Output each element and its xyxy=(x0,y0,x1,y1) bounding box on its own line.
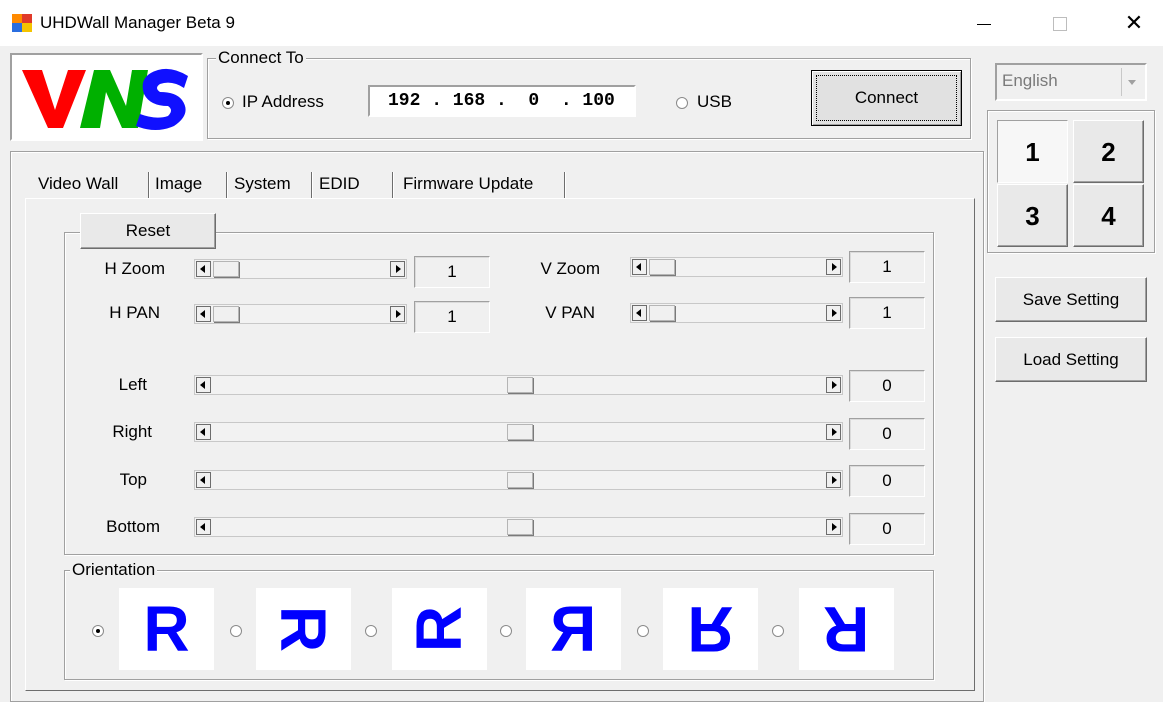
orientation-radio-2[interactable] xyxy=(230,625,242,637)
maximize-icon xyxy=(1053,17,1067,32)
v-zoom-thumb[interactable] xyxy=(649,259,675,275)
quadrant-4-button[interactable]: 4 xyxy=(1073,184,1144,247)
v-pan-value: 1 xyxy=(849,297,925,329)
ip-address-label: IP Address xyxy=(242,92,324,111)
orientation-radio-1[interactable] xyxy=(92,625,104,637)
tab-firmware-update[interactable]: Firmware Update xyxy=(400,165,536,200)
tab-system[interactable]: System xyxy=(231,165,294,200)
arrow-left-icon[interactable] xyxy=(196,519,211,535)
top-label: Top xyxy=(119,470,147,489)
top-slider[interactable] xyxy=(194,470,843,490)
h-pan-thumb[interactable] xyxy=(213,306,239,322)
v-pan-slider[interactable] xyxy=(630,303,843,323)
orientation-tile-normal[interactable]: R xyxy=(119,588,214,670)
arrow-right-icon[interactable] xyxy=(826,377,841,393)
quadrant-3-button[interactable]: 3 xyxy=(997,184,1068,247)
window-title: UHDWall Manager Beta 9 xyxy=(40,13,235,32)
arrow-right-icon[interactable] xyxy=(826,472,841,488)
quadrant-2-button[interactable]: 2 xyxy=(1073,120,1144,183)
left-value: 0 xyxy=(849,370,925,402)
app-icon xyxy=(12,14,32,32)
connect-button[interactable]: Connect xyxy=(811,70,962,126)
top-thumb[interactable] xyxy=(507,472,533,488)
orientation-label: Orientation xyxy=(70,560,158,580)
bottom-label: Bottom xyxy=(106,517,160,536)
language-value: English xyxy=(1002,71,1058,90)
close-button[interactable]: ✕ xyxy=(1110,0,1158,46)
arrow-left-icon[interactable] xyxy=(196,306,211,322)
arrow-right-icon[interactable] xyxy=(826,519,841,535)
v-pan-thumb[interactable] xyxy=(649,305,675,321)
orientation-radio-4[interactable] xyxy=(500,625,512,637)
minimize-icon xyxy=(977,23,991,25)
orientation-tile-rotate-cw[interactable]: R xyxy=(256,588,351,670)
h-zoom-slider[interactable] xyxy=(194,259,407,279)
orientation-radio-6[interactable] xyxy=(772,625,784,637)
ip-address-field[interactable]: 192 . 168 . 0 . 100 xyxy=(368,85,636,117)
v-zoom-value: 1 xyxy=(849,251,925,283)
v-pan-label: V PAN xyxy=(545,303,595,322)
arrow-left-icon[interactable] xyxy=(632,305,647,321)
reset-button[interactable]: Reset xyxy=(80,213,216,249)
tab-image[interactable]: Image xyxy=(152,165,205,200)
h-zoom-value: 1 xyxy=(414,256,490,288)
load-setting-button[interactable]: Load Setting xyxy=(995,337,1147,382)
usb-label: USB xyxy=(697,92,732,111)
ip-address-radio[interactable] xyxy=(222,97,234,109)
right-slider[interactable] xyxy=(194,422,843,442)
close-icon: ✕ xyxy=(1124,10,1144,35)
orientation-tile-rotate-ccw[interactable]: R xyxy=(392,588,487,670)
h-zoom-label: H Zoom xyxy=(104,259,165,278)
arrow-right-icon[interactable] xyxy=(390,306,405,322)
arrow-left-icon[interactable] xyxy=(196,261,211,277)
minimize-button[interactable] xyxy=(960,0,1008,46)
arrow-left-icon[interactable] xyxy=(196,472,211,488)
left-thumb[interactable] xyxy=(507,377,533,393)
arrow-right-icon[interactable] xyxy=(826,259,841,275)
orientation-tile-mirror[interactable]: R xyxy=(526,588,621,670)
maximize-button xyxy=(1036,0,1084,46)
h-pan-slider[interactable] xyxy=(194,304,407,324)
left-slider[interactable] xyxy=(194,375,843,395)
chevron-down-icon[interactable] xyxy=(1121,68,1142,96)
h-zoom-thumb[interactable] xyxy=(213,261,239,277)
left-label: Left xyxy=(118,375,147,394)
right-thumb[interactable] xyxy=(507,424,533,440)
vns-logo xyxy=(22,68,188,130)
language-select[interactable]: English xyxy=(995,63,1147,101)
tab-video-wall[interactable]: Video Wall xyxy=(35,165,121,200)
arrow-right-icon[interactable] xyxy=(826,424,841,440)
save-setting-button[interactable]: Save Setting xyxy=(995,277,1147,322)
v-zoom-slider[interactable] xyxy=(630,257,843,277)
arrow-left-icon[interactable] xyxy=(196,377,211,393)
arrow-right-icon[interactable] xyxy=(826,305,841,321)
tab-edid[interactable]: EDID xyxy=(316,165,363,200)
usb-radio[interactable] xyxy=(676,97,688,109)
arrow-right-icon[interactable] xyxy=(390,261,405,277)
quadrant-1-button[interactable]: 1 xyxy=(997,120,1068,183)
arrow-left-icon[interactable] xyxy=(196,424,211,440)
connect-group-label: Connect To xyxy=(216,48,306,68)
bottom-slider[interactable] xyxy=(194,517,843,537)
orientation-radio-3[interactable] xyxy=(365,625,377,637)
bottom-thumb[interactable] xyxy=(507,519,533,535)
h-pan-value: 1 xyxy=(414,301,490,333)
bottom-value: 0 xyxy=(849,513,925,545)
h-pan-label: H PAN xyxy=(109,303,160,322)
orientation-tile-flip[interactable]: R xyxy=(663,588,758,670)
orientation-tile-rotate-180[interactable]: R xyxy=(799,588,894,670)
v-zoom-label: V Zoom xyxy=(540,259,600,278)
orientation-radio-5[interactable] xyxy=(637,625,649,637)
right-label: Right xyxy=(112,422,152,441)
top-value: 0 xyxy=(849,465,925,497)
arrow-left-icon[interactable] xyxy=(632,259,647,275)
right-value: 0 xyxy=(849,418,925,450)
